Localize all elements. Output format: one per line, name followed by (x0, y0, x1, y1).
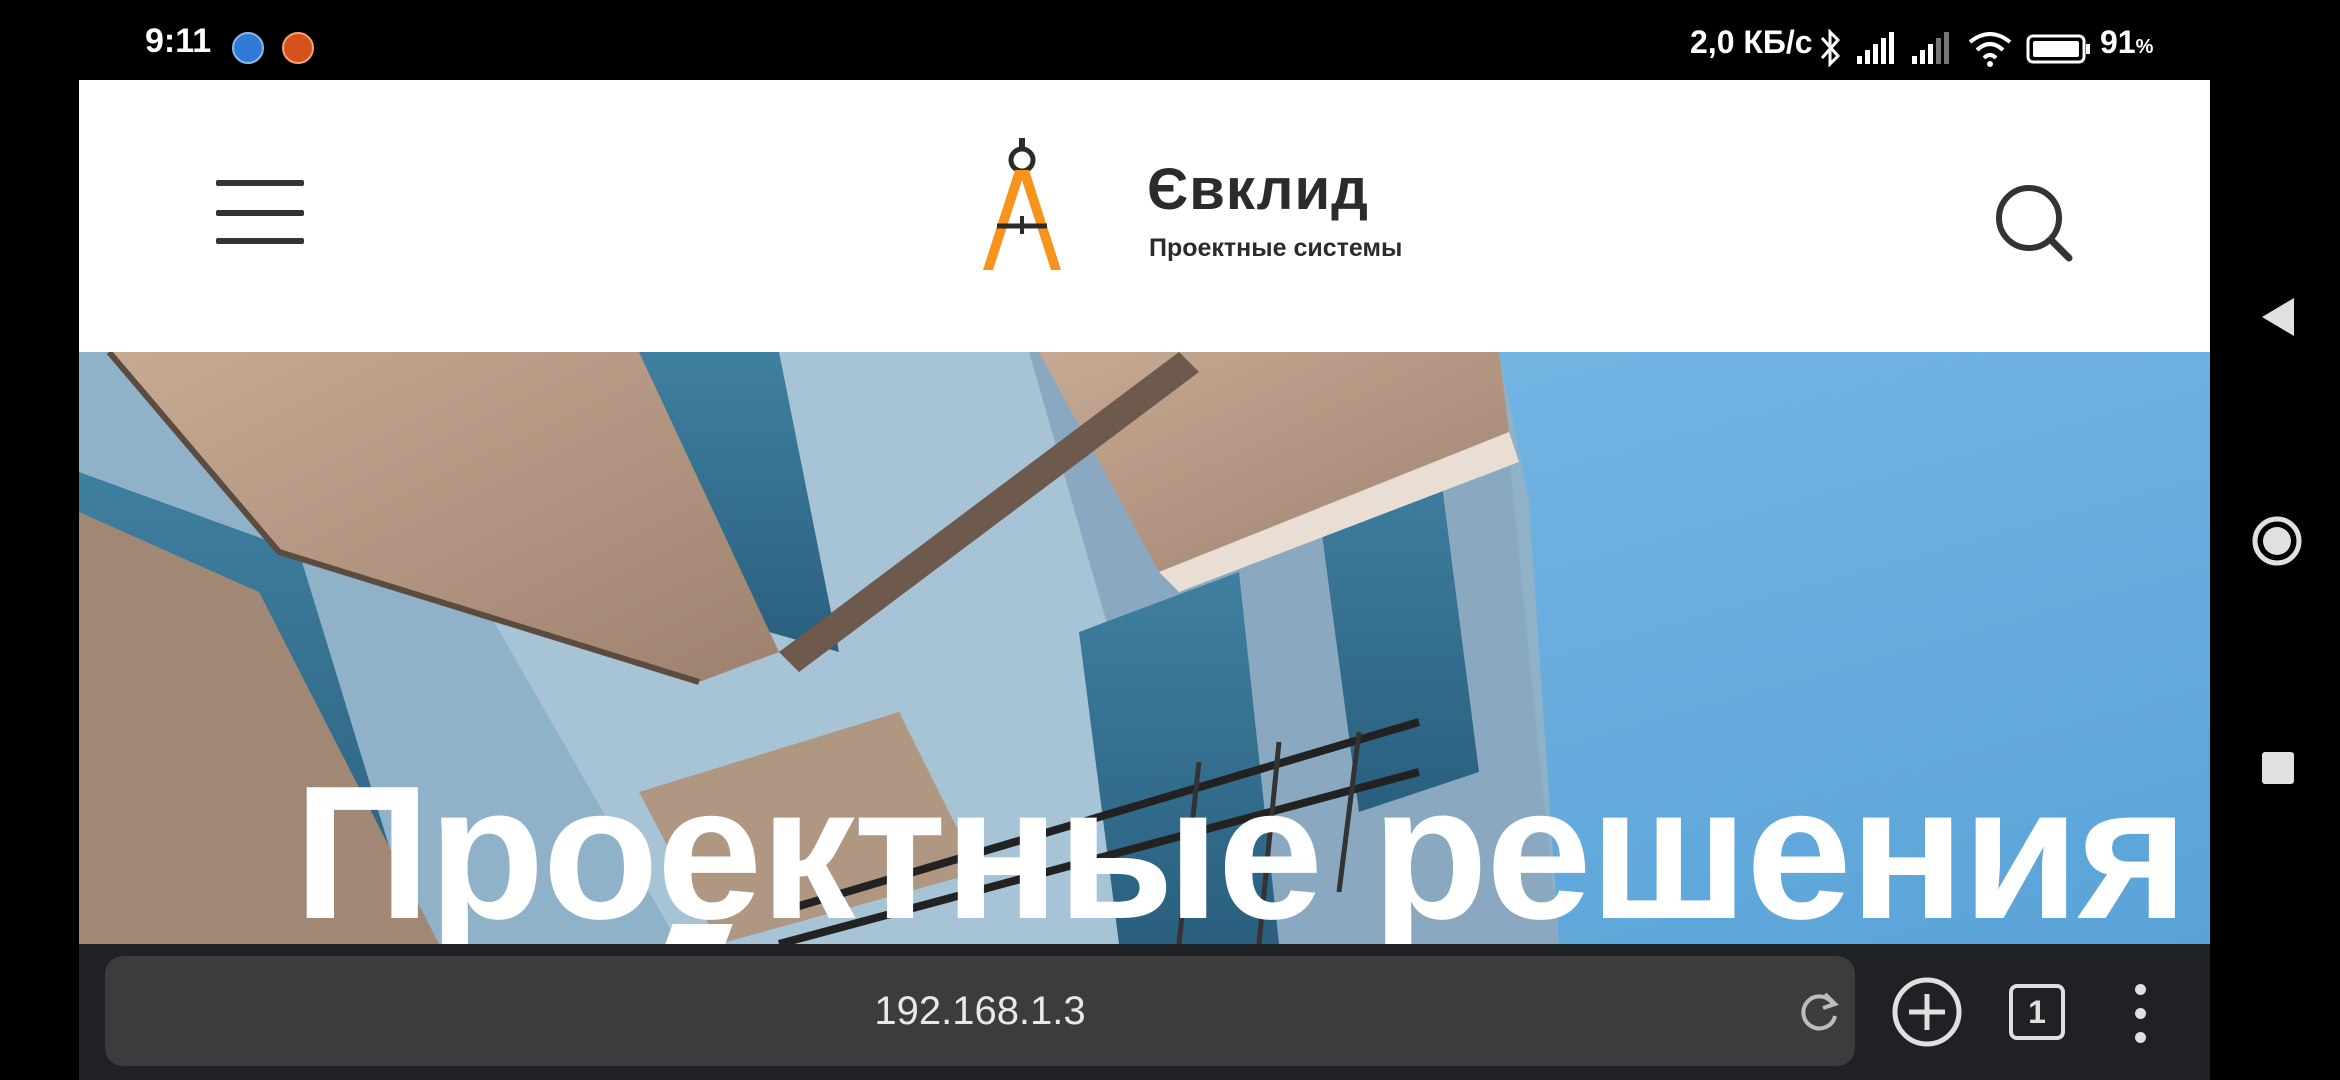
browser-toolbar: 192.168.1.3 1 (79, 944, 2210, 1080)
activity-app-icon (232, 32, 264, 64)
menu-dot (2135, 984, 2146, 995)
home-icon[interactable] (2250, 514, 2304, 568)
network-speed: 2,0 КБ/с (1690, 24, 1813, 60)
logo-title: Євклид (1147, 157, 1369, 222)
menu-dot (2135, 1008, 2146, 1019)
hero-section: Проектные решения (79, 352, 2210, 944)
compass-logo-icon (983, 138, 1061, 270)
reload-icon[interactable] (1795, 986, 1845, 1036)
signal-icon (1912, 32, 1949, 64)
menu-line (216, 238, 304, 244)
signal-icon (1857, 32, 1894, 64)
new-tab-icon[interactable] (1889, 974, 1965, 1050)
system-navigation-bar (2210, 0, 2340, 1080)
logo-subtitle: Проектные системы (1149, 234, 1403, 262)
recents-icon[interactable] (2258, 748, 2298, 788)
hero-text-fragment (665, 924, 733, 944)
search-icon[interactable] (1991, 180, 2081, 270)
more-options-icon[interactable] (2125, 984, 2155, 1044)
menu-line (216, 180, 304, 186)
back-icon[interactable] (2258, 294, 2298, 340)
battery-percent: 91% (2100, 24, 2154, 60)
tab-switcher-button[interactable]: 1 (2009, 984, 2065, 1040)
web-page: Євклид Проектные системы Проектные решен… (79, 80, 2210, 944)
bluetooth-icon (1820, 28, 1841, 68)
hero-title: Проектные решения (294, 747, 2188, 944)
wifi-icon (1968, 32, 2012, 67)
menu-line (216, 210, 304, 216)
site-logo[interactable]: Євклид Проектные системы (977, 136, 1497, 276)
orange-app-icon (282, 32, 314, 64)
url-text: 192.168.1.3 (874, 989, 1086, 1033)
battery-icon (2026, 34, 2090, 64)
site-header: Євклид Проектные системы (79, 80, 2210, 352)
menu-dot (2135, 1032, 2146, 1043)
address-bar[interactable]: 192.168.1.3 (105, 956, 1855, 1066)
status-bar: 9:11 2,0 КБ/с 91% (0, 0, 2210, 80)
hamburger-menu-button[interactable] (216, 180, 306, 246)
status-time: 9:11 (145, 22, 212, 60)
